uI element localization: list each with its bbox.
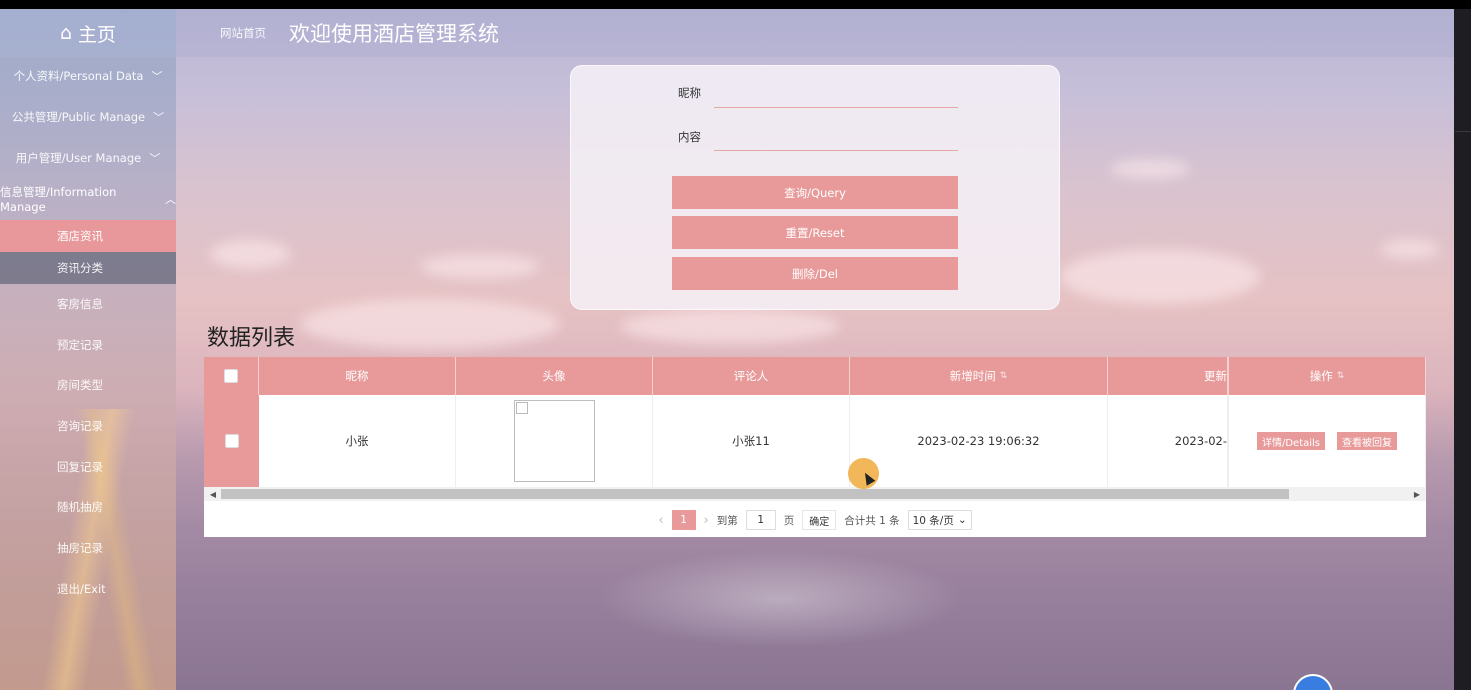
- sidebar-item-room-info[interactable]: 客房信息: [0, 288, 176, 320]
- scrollbar-thumb[interactable]: [221, 489, 1289, 499]
- column-header-label: 昵称: [345, 369, 369, 383]
- nickname-input[interactable]: [714, 82, 958, 106]
- row-checkbox[interactable]: [224, 434, 239, 448]
- page-size-select[interactable]: 10 条/页 ⌄: [907, 510, 972, 530]
- sidebar-item-room-types[interactable]: 房间类型: [0, 369, 176, 401]
- header-select-all[interactable]: [204, 357, 259, 395]
- sidebar-group-information[interactable]: 信息管理/Information Manage ︿: [0, 181, 176, 217]
- sidebar-item-label: 回复记录: [57, 460, 103, 474]
- sort-icon[interactable]: ⇅: [1000, 371, 1008, 381]
- select-all-checkbox[interactable]: [224, 369, 238, 383]
- table-row: 小张 小张11 2023-02-23 19:06:32 2023-02- 详情/…: [204, 395, 1426, 487]
- cell-commenter: 小张11: [653, 395, 850, 487]
- scroll-left-icon[interactable]: ◀: [206, 487, 220, 501]
- content-underline: [714, 150, 958, 151]
- column-header-created[interactable]: 新增时间 ⇅: [850, 357, 1108, 395]
- nickname-label: 昵称: [678, 86, 701, 100]
- details-button[interactable]: 详情/Details: [1256, 432, 1326, 450]
- page-title: 欢迎使用酒店管理系统: [289, 22, 499, 46]
- chevron-down-icon: ﹀: [151, 70, 163, 83]
- sidebar-item-exit[interactable]: 退出/Exit: [0, 573, 176, 605]
- page-size-value: 10 条/页: [912, 514, 954, 527]
- avatar: [513, 400, 595, 482]
- chevron-down-icon: ⌄: [957, 514, 967, 526]
- home-icon: ⌂: [59, 22, 73, 44]
- sidebar-brand[interactable]: ⌂ 主页: [0, 9, 176, 57]
- table-header: 昵称 头像 评论人 新增时间 ⇅ 更新 操作 ⇅: [204, 357, 1426, 395]
- column-header-label: 新增时间: [949, 369, 996, 383]
- goto-suffix: 页: [783, 514, 795, 527]
- sidebar-group-label: 用户管理/User Manage: [15, 151, 142, 165]
- view-replies-button[interactable]: 查看被回复: [1337, 432, 1398, 450]
- cell-updated: 2023-02-: [1108, 395, 1228, 487]
- column-header-actions: 操作 ⇅: [1228, 357, 1426, 395]
- chevron-down-icon: ﹀: [149, 152, 161, 165]
- sidebar-item-booking-records[interactable]: 预定记录: [0, 329, 176, 361]
- prev-page-icon[interactable]: ‹: [658, 513, 663, 528]
- scroll-right-icon[interactable]: ▶: [1410, 487, 1424, 501]
- goto-page-input[interactable]: [745, 510, 776, 530]
- sidebar-item-label: 酒店资讯: [57, 229, 103, 243]
- goto-prefix: 到第: [716, 514, 738, 527]
- sidebar-item-hotel-news[interactable]: 酒店资讯: [0, 220, 176, 252]
- goto-confirm-button[interactable]: 确定: [802, 510, 837, 530]
- cell-actions: 详情/Details 查看被回复: [1228, 395, 1426, 487]
- sidebar-item-label: 资讯分类: [57, 261, 103, 275]
- column-header-label: 评论人: [733, 369, 769, 383]
- sidebar-group-personal[interactable]: 个人资料/Personal Data ﹀: [0, 58, 176, 94]
- sidebar-group-user[interactable]: 用户管理/User Manage ﹀: [0, 140, 176, 176]
- sidebar-item-label: 抽房记录: [57, 541, 103, 555]
- window-edge: [1454, 9, 1471, 690]
- page-number-current[interactable]: 1: [671, 510, 696, 530]
- content-label: 内容: [678, 130, 701, 144]
- column-header-commenter: 评论人: [653, 357, 850, 395]
- total-count: 合计共 1 条: [844, 514, 900, 527]
- nickname-underline: [714, 107, 958, 108]
- breadcrumb[interactable]: 网站首页: [220, 25, 266, 41]
- sidebar-group-label: 信息管理/Information Manage: [0, 185, 117, 214]
- sidebar-item-label: 房间类型: [57, 378, 103, 392]
- brand-label: 主页: [78, 23, 117, 46]
- chevron-up-icon: ︿: [165, 193, 176, 206]
- cell-avatar: [456, 395, 653, 487]
- sidebar-item-label: 退出/Exit: [57, 582, 106, 596]
- sidebar-group-label: 个人资料/Personal Data: [13, 69, 144, 83]
- column-header-label: 头像: [542, 369, 566, 383]
- sidebar-item-label: 客房信息: [57, 297, 103, 311]
- cell-nickname: 小张: [259, 395, 456, 487]
- sidebar-group-label: 公共管理/Public Manage: [11, 110, 146, 124]
- list-title: 数据列表: [207, 326, 296, 351]
- content-input[interactable]: [714, 125, 958, 149]
- broken-image-icon: [515, 402, 528, 414]
- sidebar-item-label: 预定记录: [57, 338, 103, 352]
- sidebar-item-reply-records[interactable]: 回复记录: [0, 451, 176, 483]
- reset-button[interactable]: 重置/Reset: [672, 216, 958, 249]
- pagination: ‹ 1 › 到第 页 确定 合计共 1 条 10 条/页 ⌄: [204, 507, 1426, 533]
- sidebar-item-random-room[interactable]: 随机抽房: [0, 491, 176, 523]
- column-header-avatar: 头像: [456, 357, 653, 395]
- cell-created: 2023-02-23 19:06:32: [850, 395, 1108, 487]
- column-header-nickname: 昵称: [259, 357, 456, 395]
- column-header-label: 操作: [1309, 369, 1333, 383]
- column-header-updated[interactable]: 更新: [1108, 357, 1228, 395]
- row-select-cell[interactable]: [204, 395, 259, 487]
- sidebar-item-inquiry-records[interactable]: 咨询记录: [0, 410, 176, 442]
- sidebar-item-news-category[interactable]: 资讯分类: [0, 252, 176, 284]
- sort-icon[interactable]: ⇅: [1337, 371, 1345, 381]
- chevron-down-icon: ﹀: [153, 111, 165, 124]
- sidebar-item-label: 随机抽房: [57, 500, 103, 514]
- column-header-label: 更新: [1204, 369, 1227, 383]
- horizontal-scrollbar[interactable]: ◀ ▶: [204, 487, 1426, 501]
- data-table: 昵称 头像 评论人 新增时间 ⇅ 更新 操作 ⇅ 小张 小张11 2023-02-2…: [204, 357, 1426, 537]
- delete-button[interactable]: 删除/Del: [672, 257, 958, 290]
- next-page-icon[interactable]: ›: [704, 513, 709, 528]
- sidebar-item-label: 咨询记录: [57, 419, 103, 433]
- query-button[interactable]: 查询/Query: [672, 176, 958, 209]
- sidebar-item-draw-records[interactable]: 抽房记录: [0, 532, 176, 564]
- sidebar-group-public[interactable]: 公共管理/Public Manage ﹀: [0, 99, 176, 135]
